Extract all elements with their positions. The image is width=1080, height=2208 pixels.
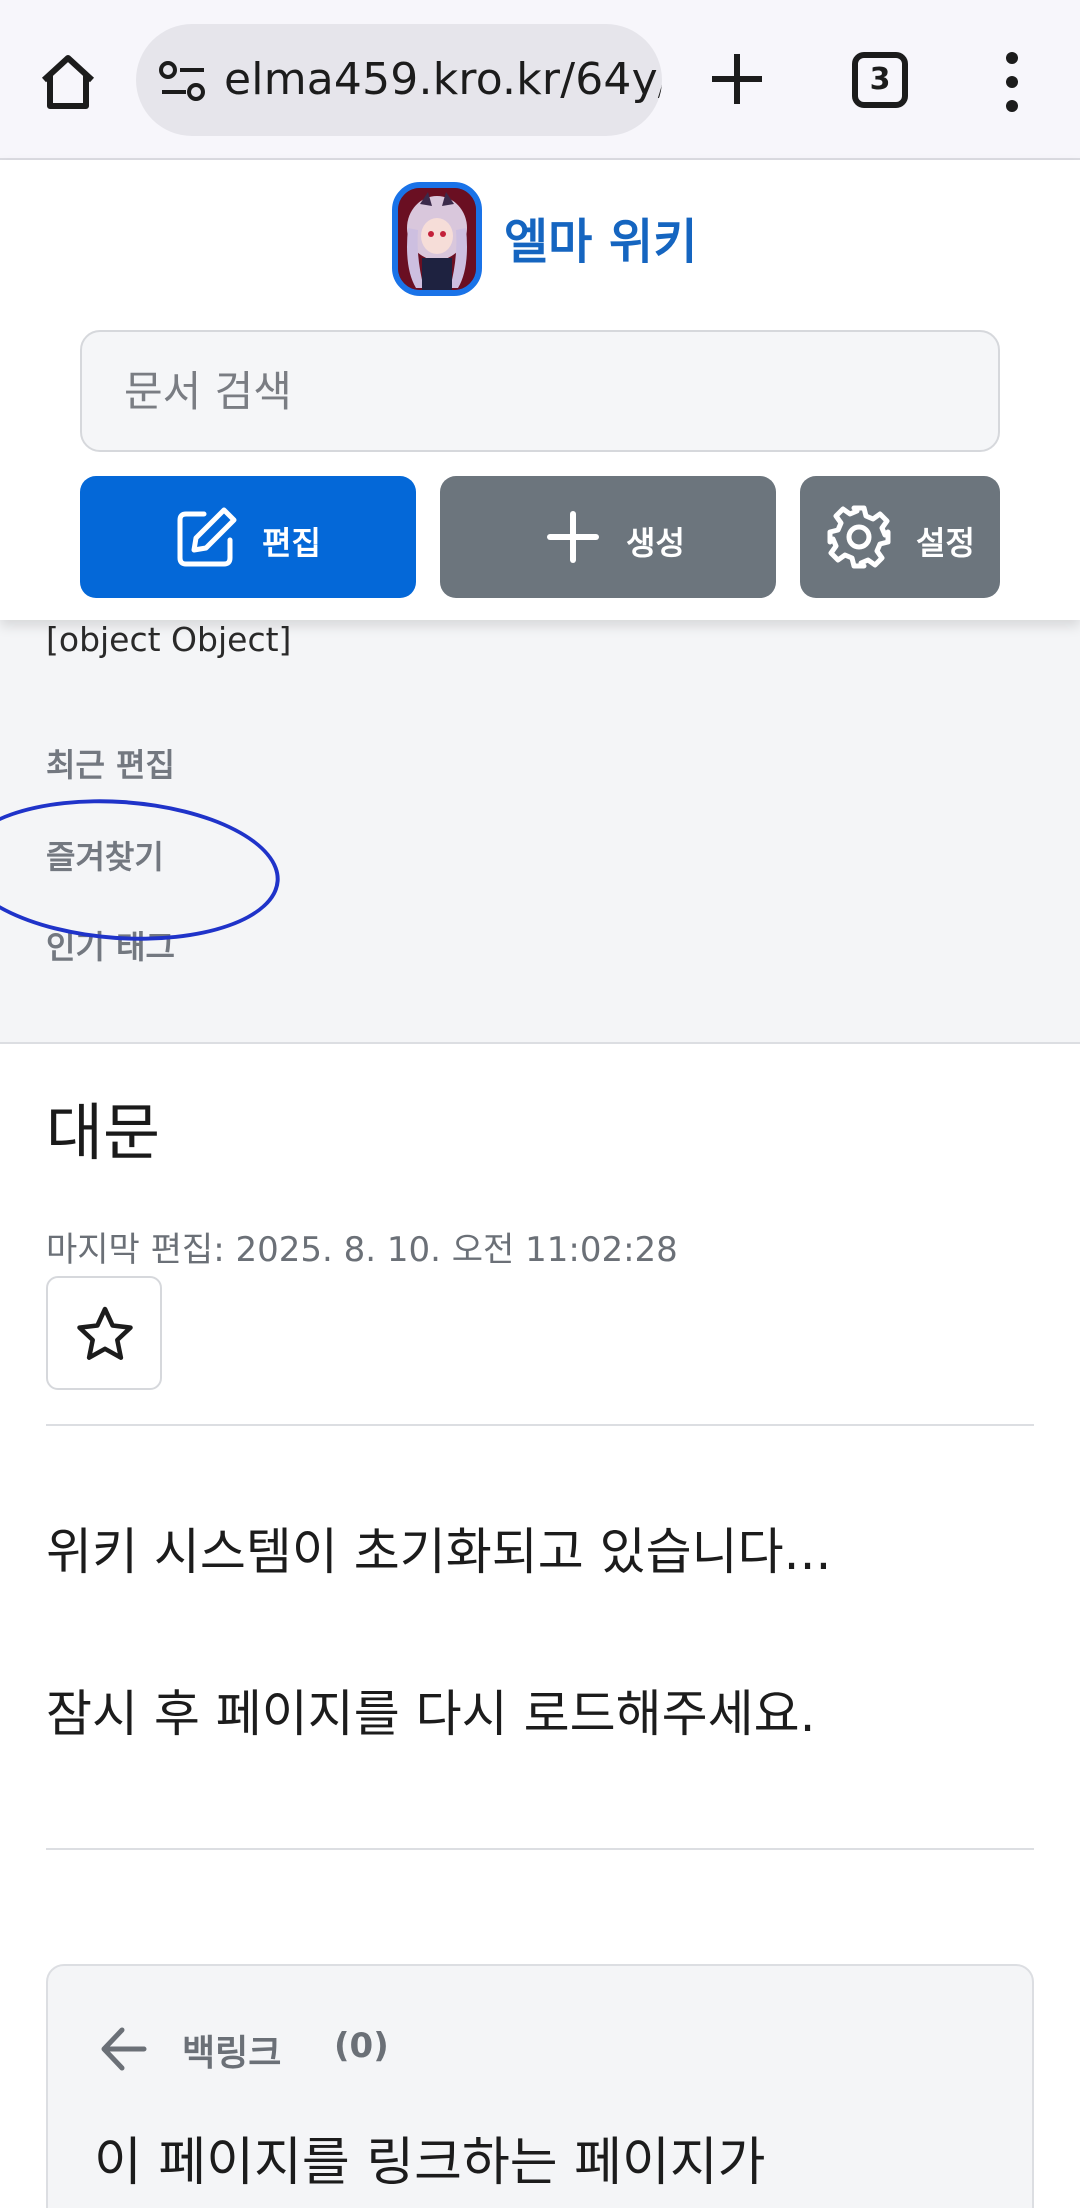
backlinks-title: 백링크 [182, 2033, 282, 2074]
plus-icon [547, 511, 599, 563]
sidebar-link-recent-edits[interactable]: 최근 편집 [46, 740, 175, 786]
gear-icon [827, 505, 891, 569]
object-text: [object Object] [46, 620, 292, 659]
star-icon [77, 1306, 133, 1360]
wiki-header: 엘마 위키 편집 생성 설정 [0, 160, 1080, 620]
backlinks-count: (0) [334, 2026, 389, 2066]
page-title: 대문 [46, 1096, 161, 1169]
divider [46, 1848, 1034, 1850]
create-button[interactable]: 생성 [440, 476, 776, 598]
site-title[interactable]: 엘마 위키 [504, 202, 697, 272]
last-edited-timestamp: 마지막 편집: 2025. 8. 10. 오전 11:02:28 [46, 1230, 678, 1270]
character-avatar-icon [398, 188, 476, 290]
back-arrow-icon[interactable] [98, 2024, 148, 2074]
backlinks-description: 이 페이지를 링크하는 페이지가 [94, 2133, 766, 2193]
favorite-button[interactable] [46, 1276, 162, 1390]
edit-button[interactable]: 편집 [80, 476, 416, 598]
edit-icon [177, 507, 237, 567]
sidebar-panel: [object Object] 최근 편집 즐겨찾기 인기 태그 [0, 620, 1080, 1044]
settings-button[interactable]: 설정 [800, 476, 1000, 598]
home-icon[interactable] [36, 50, 100, 114]
tab-switcher-button[interactable]: 3 [852, 52, 908, 108]
divider [46, 1424, 1034, 1426]
search-input[interactable] [82, 332, 998, 450]
sidebar-link-popular-tags[interactable]: 인기 태그 [46, 922, 175, 968]
body-paragraph: 위키 시스템이 초기화되고 있습니다... [46, 1523, 832, 1581]
url-text: elma459.kro.kr/64y/ [224, 54, 662, 105]
wiki-logo-avatar[interactable] [392, 182, 482, 296]
sidebar-link-favorites[interactable]: 즐겨찾기 [46, 832, 164, 878]
browser-toolbar: elma459.kro.kr/64y/ 3 [0, 0, 1080, 160]
site-settings-icon[interactable] [158, 60, 208, 102]
address-bar[interactable]: elma459.kro.kr/64y/ [136, 24, 662, 136]
edit-label: 편집 [262, 524, 321, 562]
create-label: 생성 [626, 524, 685, 562]
search-box [80, 330, 1000, 452]
more-menu-icon[interactable] [1000, 50, 1024, 114]
backlinks-panel: 백링크 (0) 이 페이지를 링크하는 페이지가 [46, 1964, 1034, 2208]
settings-label: 설정 [916, 524, 975, 562]
new-tab-icon[interactable] [706, 48, 768, 110]
body-paragraph: 잠시 후 페이지를 다시 로드해주세요. [46, 1685, 816, 1743]
